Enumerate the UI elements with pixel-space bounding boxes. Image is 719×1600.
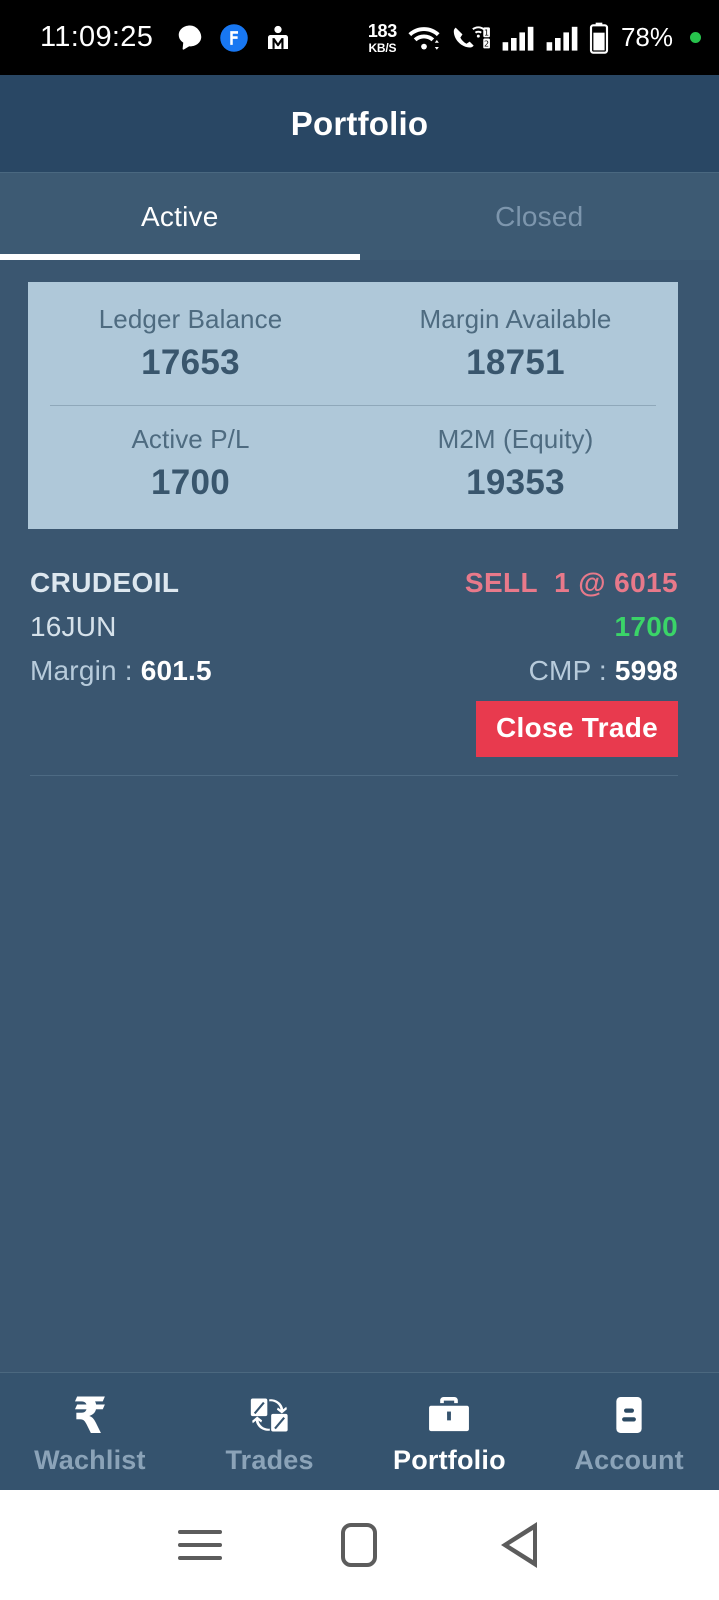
back-button[interactable] (492, 1518, 546, 1572)
sim2-signal-icon (545, 24, 579, 52)
position-symbol: CRUDEOIL (30, 567, 180, 598)
network-speed-unit: KB/S (368, 40, 397, 55)
position-cmp: CMP : 5998 (529, 655, 678, 687)
position-cmp-value: 5998 (614, 655, 678, 686)
rupee-icon: ₹ (72, 1386, 108, 1445)
back-icon (501, 1522, 538, 1568)
recents-icon (177, 1530, 222, 1560)
bottom-navigation: ₹ Wachlist Trades Portfolio Account (0, 1372, 719, 1490)
home-icon (341, 1523, 378, 1567)
android-navigation-bar (0, 1490, 719, 1600)
summary-cell-margin-available: Margin Available 18751 (353, 304, 678, 383)
ledger-balance-label: Ledger Balance (98, 304, 283, 334)
margin-available-label: Margin Available (419, 304, 612, 334)
nav-item-trades-label: Trades (225, 1444, 314, 1475)
ledger-balance-value: 17653 (141, 343, 240, 382)
position-side-label: SELL (464, 567, 539, 598)
positions-list: CRUDEOIL SELL 1 @ 6015 16JUN 1700 Margin … (0, 567, 719, 776)
exchange-icon (247, 1388, 293, 1438)
position-separator (30, 775, 678, 776)
active-pl-value: 1700 (150, 463, 231, 502)
status-bar: 11:09:25 183 KB/S 1 2 78% (0, 0, 719, 75)
svg-text:1: 1 (484, 28, 489, 37)
nav-item-watchlist[interactable]: ₹ Wachlist (0, 1373, 180, 1490)
nav-item-portfolio-label: Portfolio (392, 1444, 506, 1475)
position-margin-value: 601.5 (140, 655, 212, 686)
network-speed-indicator: 183 KB/S (368, 22, 397, 54)
nav-item-watchlist-label: Wachlist (34, 1444, 146, 1475)
privacy-indicator-dot (690, 32, 701, 43)
app-screen: 11:09:25 183 KB/S 1 2 78% Portfolio Acti… (0, 0, 719, 1600)
m2m-equity-label: M2M (Equity) (437, 424, 594, 454)
nav-item-portfolio[interactable]: Portfolio (360, 1373, 540, 1490)
vowifi-call-icon: 1 2 (451, 23, 491, 53)
tab-active[interactable]: Active (0, 173, 360, 260)
recents-button[interactable] (173, 1518, 227, 1572)
app-header: Portfolio (0, 75, 719, 172)
id-card-icon (606, 1388, 652, 1438)
nav-item-trades[interactable]: Trades (180, 1373, 360, 1490)
svg-text:2: 2 (484, 39, 489, 48)
summary-cell-ledger-balance: Ledger Balance 17653 (28, 304, 353, 383)
account-summary-card: Ledger Balance 17653 Margin Available 18… (28, 282, 678, 529)
position-side-qty: SELL 1 @ 6015 (465, 567, 678, 599)
tab-closed[interactable]: Closed (360, 173, 719, 260)
position-margin-label: Margin : (30, 655, 133, 686)
status-bar-notification-icons (175, 23, 293, 53)
battery-icon (589, 22, 609, 54)
home-button[interactable] (332, 1518, 386, 1572)
chat-bubble-icon (175, 23, 205, 53)
position-line-expiry: 16JUN 1700 (30, 611, 678, 643)
summary-row-top: Ledger Balance 17653 Margin Available 18… (28, 304, 678, 383)
active-pl-label: Active P/L (131, 424, 250, 454)
position-row[interactable]: CRUDEOIL SELL 1 @ 6015 16JUN 1700 Margin … (0, 567, 719, 757)
position-margin: Margin : 601.5 (30, 655, 212, 687)
battery-percent-label: 78% (620, 22, 673, 52)
position-action-row: Close Trade (30, 701, 678, 757)
position-pl-value: 1700 (614, 611, 678, 642)
briefcase-icon (426, 1388, 472, 1438)
wifi-icon (407, 23, 441, 53)
summary-cell-active-pl: Active P/L 1700 (28, 424, 353, 503)
position-cmp-label: CMP : (528, 655, 607, 686)
close-trade-button[interactable]: Close Trade (475, 701, 678, 757)
tab-closed-label: Closed (495, 200, 584, 232)
page-title: Portfolio (290, 104, 429, 142)
margin-available-value: 18751 (466, 343, 565, 382)
summary-row-bottom: Active P/L 1700 M2M (Equity) 19353 (28, 424, 678, 503)
sim1-signal-icon (501, 24, 535, 52)
m2m-equity-value: 19353 (466, 463, 565, 502)
tab-active-label: Active (141, 200, 219, 232)
summary-divider (50, 405, 656, 406)
status-bar-system-icons: 183 KB/S 1 2 78% (368, 22, 701, 54)
portfolio-content: Ledger Balance 17653 Margin Available 18… (0, 260, 719, 1372)
position-line-symbol: CRUDEOIL SELL 1 @ 6015 (30, 567, 678, 599)
status-bar-clock: 11:09:25 (40, 21, 154, 53)
position-line-margin-cmp: Margin : 601.5 CMP : 5998 (30, 655, 678, 687)
summary-cell-m2m-equity: M2M (Equity) 19353 (353, 424, 678, 503)
nav-item-account[interactable]: Account (539, 1373, 719, 1490)
position-qty-price: 1 @ 6015 (554, 567, 678, 598)
position-expiry: 16JUN (30, 611, 117, 642)
m-person-icon (263, 23, 293, 53)
facebook-badge-icon (219, 23, 249, 53)
nav-item-account-label: Account (574, 1444, 684, 1475)
network-speed-value: 183 (367, 20, 397, 41)
portfolio-tabs: Active Closed (0, 172, 719, 260)
